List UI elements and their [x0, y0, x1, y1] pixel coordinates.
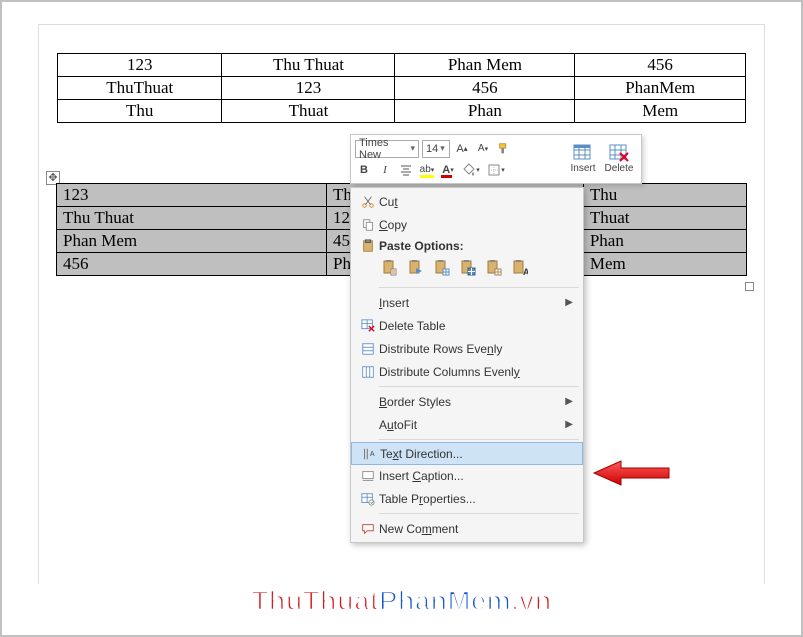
svg-text:A: A: [523, 267, 528, 276]
watermark: ThuThuatPhanMem.vn: [2, 585, 801, 617]
mini-toolbar: Times New ▾ 14 ▾ A▴ A▾ B I ab▾ A▾ ▾ ▾: [350, 134, 642, 184]
shading-icon[interactable]: ▾: [460, 161, 482, 179]
paste-text-only-icon[interactable]: A: [509, 257, 531, 279]
menu-insert[interactable]: Insert ▶: [351, 291, 583, 314]
grow-font-icon[interactable]: A▴: [453, 140, 471, 158]
menu-label: Text Direction...: [380, 447, 463, 461]
distribute-rows-icon: [357, 342, 379, 356]
menu-paste-options: Paste Options: A: [351, 236, 583, 284]
italic-icon[interactable]: I: [376, 161, 394, 179]
annotation-arrow-icon: [591, 458, 671, 493]
insert-table-button[interactable]: Insert: [565, 138, 601, 180]
paste-keep-source-icon[interactable]: [379, 257, 401, 279]
wm-part1: ThuThuat: [251, 585, 379, 616]
menu-label: Table Properties...: [379, 492, 476, 506]
cell[interactable]: 456: [395, 77, 575, 100]
font-name-combo[interactable]: Times New ▾: [355, 140, 419, 158]
paste-as-new-icon[interactable]: [431, 257, 453, 279]
distribute-cols-icon: [357, 365, 379, 379]
menu-new-comment[interactable]: New Comment: [351, 517, 583, 540]
menu-border-styles[interactable]: Border Styles ▶: [351, 390, 583, 413]
menu-label: New Comment: [379, 522, 458, 536]
svg-text:A: A: [370, 450, 375, 457]
comment-icon: [357, 522, 379, 536]
borders-icon[interactable]: ▾: [485, 161, 507, 179]
menu-label: AutoFit: [379, 418, 417, 432]
align-center-icon[interactable]: [397, 161, 415, 179]
highlight-icon[interactable]: ab▾: [418, 161, 436, 179]
font-color-icon[interactable]: A▾: [439, 161, 457, 179]
cell[interactable]: 456: [575, 54, 746, 77]
table-row: Thu Thuat Phan Mem: [58, 100, 746, 123]
table-row: ThuThuat 123 456 PhanMem: [58, 77, 746, 100]
paste-overwrite-icon[interactable]: [457, 257, 479, 279]
menu-text-direction[interactable]: A Text Direction...: [351, 442, 583, 465]
insert-label: Insert: [570, 163, 595, 174]
menu-label: Cut: [379, 195, 398, 209]
cell[interactable]: Thu: [583, 184, 746, 207]
clipboard-icon: [357, 239, 379, 253]
submenu-arrow-icon: ▶: [565, 396, 573, 407]
wm-part3: .vn: [511, 585, 551, 616]
chevron-down-icon: ▾: [440, 143, 445, 154]
caption-icon: [357, 469, 379, 483]
menu-distribute-cols[interactable]: Distribute Columns Evenly: [351, 360, 583, 383]
delete-table-button[interactable]: Delete: [601, 138, 637, 180]
menu-label: Copy: [379, 218, 407, 232]
submenu-arrow-icon: ▶: [565, 419, 573, 430]
format-painter-icon[interactable]: [495, 140, 513, 158]
cell[interactable]: Thuat: [222, 100, 395, 123]
menu-label: Border Styles: [379, 395, 451, 409]
menu-delete-table[interactable]: Delete Table: [351, 314, 583, 337]
table-1[interactable]: 123 Thu Thuat Phan Mem 456 ThuThuat 123 …: [57, 53, 746, 123]
menu-distribute-rows[interactable]: Distribute Rows Evenly: [351, 337, 583, 360]
cell[interactable]: 123: [57, 184, 327, 207]
menu-table-properties[interactable]: Table Properties...: [351, 487, 583, 510]
menu-label: Delete Table: [379, 319, 573, 333]
font-name-value: Times New: [359, 137, 408, 161]
delete-table-icon: [357, 319, 379, 333]
wm-part2: PhanMem: [379, 585, 511, 616]
cell[interactable]: Phan Mem: [57, 230, 327, 253]
cell[interactable]: Mem: [575, 100, 746, 123]
menu-label: Insert: [379, 296, 409, 310]
cell[interactable]: Thu Thuat: [57, 207, 327, 230]
context-menu: Cut Copy Paste Options: A Insert ▶: [350, 187, 584, 543]
cell[interactable]: Thuat: [583, 207, 746, 230]
menu-insert-caption[interactable]: Insert Caption...: [351, 464, 583, 487]
font-size-combo[interactable]: 14 ▾: [422, 140, 450, 158]
paste-options-label: Paste Options:: [379, 239, 573, 253]
cell[interactable]: 456: [57, 253, 327, 276]
menu-label: Insert Caption...: [379, 469, 464, 483]
paste-nest-icon[interactable]: [483, 257, 505, 279]
cell[interactable]: Phan: [583, 230, 746, 253]
copy-icon: [357, 218, 379, 232]
cell[interactable]: Thu Thuat: [222, 54, 395, 77]
font-size-value: 14: [426, 143, 438, 155]
cell[interactable]: Phan Mem: [395, 54, 575, 77]
cell[interactable]: Mem: [583, 253, 746, 276]
text-direction-icon: A: [358, 447, 380, 461]
delete-label: Delete: [605, 163, 634, 174]
menu-cut[interactable]: Cut: [351, 190, 583, 213]
submenu-arrow-icon: ▶: [565, 297, 573, 308]
table-row: 123 Thu Thuat Phan Mem 456: [58, 54, 746, 77]
cell[interactable]: ThuThuat: [58, 77, 222, 100]
paste-merge-icon[interactable]: [405, 257, 427, 279]
menu-label: Distribute Rows Evenly: [379, 342, 502, 356]
cell[interactable]: 123: [222, 77, 395, 100]
cell[interactable]: 123: [58, 54, 222, 77]
table-properties-icon: [357, 492, 379, 506]
cell[interactable]: Phan: [395, 100, 575, 123]
cell[interactable]: PhanMem: [575, 77, 746, 100]
table-resize-handle-icon[interactable]: [745, 282, 754, 291]
scissors-icon: [357, 195, 379, 209]
menu-autofit[interactable]: AutoFit ▶: [351, 413, 583, 436]
chevron-down-icon: ▾: [410, 143, 415, 154]
menu-label: Distribute Columns Evenly: [379, 365, 520, 379]
menu-copy[interactable]: Copy: [351, 213, 583, 236]
cell[interactable]: Thu: [58, 100, 222, 123]
bold-icon[interactable]: B: [355, 161, 373, 179]
shrink-font-icon[interactable]: A▾: [474, 140, 492, 158]
